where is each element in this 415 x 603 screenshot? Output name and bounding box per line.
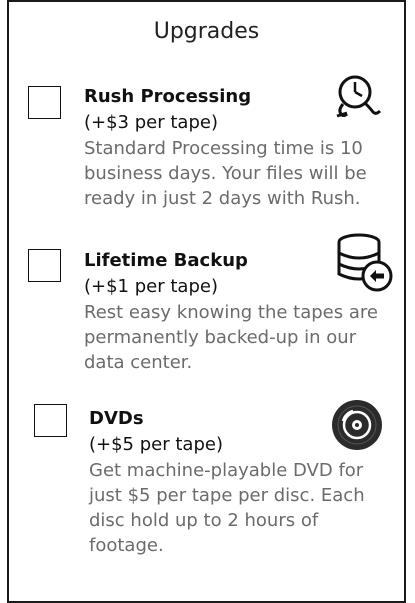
- lifetime-backup-checkbox[interactable]: [28, 249, 61, 282]
- rush-processing-desc-line-2: business days. Your files will be: [84, 163, 367, 184]
- panel-title: Upgrades: [153, 19, 260, 44]
- disc-icon: [332, 400, 382, 450]
- dvds-desc-line-4: footage.: [89, 535, 164, 556]
- upgrades-panel: Upgrades Rush Processing (+$3 per tape) …: [7, 0, 406, 603]
- lifetime-backup-desc-line-1: Rest easy knowing the tapes are: [84, 302, 378, 323]
- lifetime-backup-desc-line-2: permanently backed-up in our: [84, 327, 357, 348]
- dvds-desc-line-3: disc hold up to 2 hours of: [89, 510, 319, 531]
- database-backup-icon: [337, 233, 393, 292]
- rush-processing-desc-line-1: Standard Processing time is 10: [84, 138, 363, 159]
- lifetime-backup-desc-line-3: data center.: [84, 352, 193, 373]
- rush-processing-checkbox[interactable]: [28, 86, 61, 119]
- stopwatch-icon: [336, 75, 382, 118]
- dvds-checkbox[interactable]: [34, 404, 67, 437]
- dvds-desc-line-1: Get machine-playable DVD for: [89, 460, 364, 481]
- dvds-desc-line-2: just $5 per tape per disc. Each: [89, 485, 365, 506]
- rush-processing-desc-line-3: ready in just 2 days with Rush.: [84, 188, 361, 209]
